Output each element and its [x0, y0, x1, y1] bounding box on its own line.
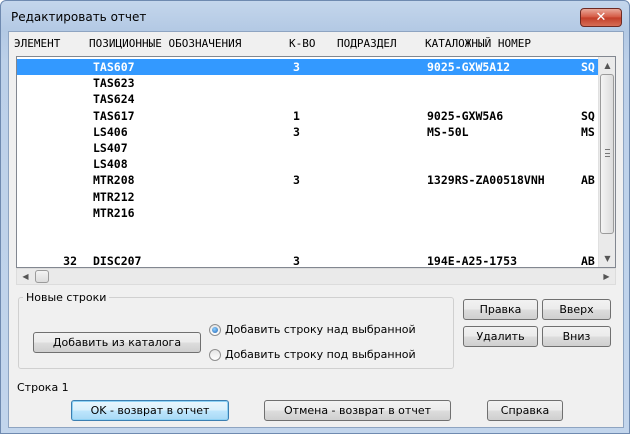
table-row[interactable]: TAS624 — [17, 91, 599, 107]
ok-button[interactable]: OK - возврат в отчет — [71, 400, 229, 421]
move-down-button[interactable]: Вниз — [542, 326, 611, 347]
scroll-right-icon[interactable]: ▶ — [598, 269, 615, 284]
edit-button[interactable]: Правка — [463, 299, 538, 320]
vertical-scroll-thumb[interactable] — [600, 74, 614, 234]
table-row[interactable]: LS407 — [17, 140, 599, 156]
row-catalog-cell: 194E-A25-1753 — [427, 254, 518, 268]
column-header-subsection[interactable]: ПОДРАЗДЕЛ — [337, 37, 397, 50]
delete-button[interactable]: Удалить — [463, 326, 538, 347]
close-icon: ✕ — [595, 10, 607, 25]
row-position-cell: MTR208 — [93, 173, 135, 188]
horizontal-scroll-thumb[interactable] — [35, 270, 49, 283]
row-description-cell: MS — [581, 124, 595, 139]
table-row[interactable]: TAS607 3 9025-GXW5A12 SQ — [17, 59, 599, 76]
grip-icon — [605, 149, 610, 157]
table-row[interactable]: 32 DISC207 3 194E-A25-1753 AB — [17, 253, 599, 268]
table-row[interactable]: LS408 — [17, 156, 599, 172]
cancel-button[interactable]: Отмена - возврат в отчет — [264, 400, 451, 421]
row-position-cell: TAS617 — [93, 108, 135, 123]
row-position-cell: LS406 — [93, 124, 128, 139]
new-rows-group: Новые строки Добавить из каталога Добави… — [18, 291, 454, 369]
table-row[interactable]: TAS617 1 9025-GXW5A6 SQ — [17, 108, 599, 124]
scroll-up-icon[interactable]: ▲ — [599, 57, 615, 74]
radio-add-below-label: Добавить строку под выбранной — [225, 348, 416, 361]
table-row[interactable] — [17, 237, 599, 253]
column-header-position-designations[interactable]: ПОЗИЦИОННЫЕ ОБОЗНАЧЕНИЯ — [89, 37, 241, 50]
vertical-scrollbar[interactable]: ▲ ▼ — [598, 57, 615, 267]
table-row[interactable] — [17, 221, 599, 237]
row-position-cell: MTR212 — [93, 189, 135, 204]
table-row[interactable]: MTR208 3 1329RS-ZA00518VNH AB — [17, 172, 599, 188]
row-catalog-cell: 9025-GXW5A12 — [427, 60, 511, 74]
help-button[interactable]: Справка — [487, 400, 563, 421]
row-position-cell: TAS623 — [93, 76, 135, 91]
row-catalog-cell: 1329RS-ZA00518VNH — [427, 173, 545, 188]
radio-below-indicator[interactable] — [209, 349, 221, 361]
row-quantity-cell: 3 — [293, 254, 300, 268]
row-quantity-cell: 3 — [293, 124, 300, 139]
row-position-cell: LS407 — [93, 140, 128, 155]
horizontal-scrollbar[interactable]: ◀ ▶ — [16, 268, 616, 285]
table-row[interactable]: MTR216 — [17, 205, 599, 221]
row-element-cell: 32 — [63, 254, 77, 268]
move-up-button[interactable]: Вверх — [542, 299, 611, 320]
row-description-cell: SQ — [581, 108, 595, 123]
row-quantity-cell: 3 — [293, 60, 300, 74]
list-header: ЭЛЕМЕНТ ПОЗИЦИОННЫЕ ОБОЗНАЧЕНИЯ К-ВО ПОД… — [9, 35, 624, 53]
close-button[interactable]: ✕ — [580, 8, 622, 27]
column-header-catalog-number[interactable]: КАТАЛОЖНЫЙ НОМЕР — [425, 37, 531, 50]
row-description-cell: AB — [581, 254, 595, 268]
status-row-indicator: Строка 1 — [17, 381, 69, 394]
add-from-catalog-button[interactable]: Добавить из каталога — [33, 332, 201, 353]
radio-add-above-label: Добавить строку над выбранной — [225, 323, 416, 336]
row-position-cell: LS408 — [93, 157, 128, 172]
table-row[interactable]: MTR212 — [17, 189, 599, 205]
column-header-quantity[interactable]: К-ВО — [289, 37, 316, 50]
scroll-down-icon[interactable]: ▼ — [599, 250, 615, 267]
report-list[interactable]: TAS607 3 9025-GXW5A12 SQ TAS623 TAS624 TAS617 1… — [16, 56, 616, 268]
column-header-element[interactable]: ЭЛЕМЕНТ — [14, 37, 60, 50]
dialog-client-area: ЭЛЕМЕНТ ПОЗИЦИОННЫЕ ОБОЗНАЧЕНИЯ К-ВО ПОД… — [8, 31, 624, 428]
window-title: Редактировать отчет — [11, 10, 147, 24]
row-quantity-cell: 1 — [293, 108, 300, 123]
new-rows-group-label: Новые строки — [23, 291, 110, 304]
row-catalog-cell: MS-50L — [427, 124, 469, 139]
row-position-cell: MTR216 — [93, 205, 135, 220]
row-position-cell: TAS624 — [93, 92, 135, 107]
radio-above-indicator[interactable] — [209, 324, 221, 336]
row-quantity-cell: 3 — [293, 173, 300, 188]
dialog-window: Редактировать отчет ✕ ЭЛЕМЕНТ ПОЗИЦИОННЫ… — [0, 0, 630, 434]
row-description-cell: SQ — [581, 60, 595, 74]
row-description-cell: AB — [581, 173, 595, 188]
row-catalog-cell: 9025-GXW5A6 — [427, 108, 504, 123]
title-bar[interactable]: Редактировать отчет ✕ — [1, 1, 629, 31]
table-row[interactable]: TAS623 — [17, 75, 599, 91]
report-rows: TAS607 3 9025-GXW5A12 SQ TAS623 TAS624 TAS617 1… — [17, 59, 599, 268]
scroll-left-icon[interactable]: ◀ — [17, 269, 34, 284]
row-position-cell: TAS607 — [93, 60, 135, 74]
table-row[interactable]: LS406 3 MS-50L MS — [17, 124, 599, 140]
row-position-cell: DISC207 — [93, 254, 142, 268]
